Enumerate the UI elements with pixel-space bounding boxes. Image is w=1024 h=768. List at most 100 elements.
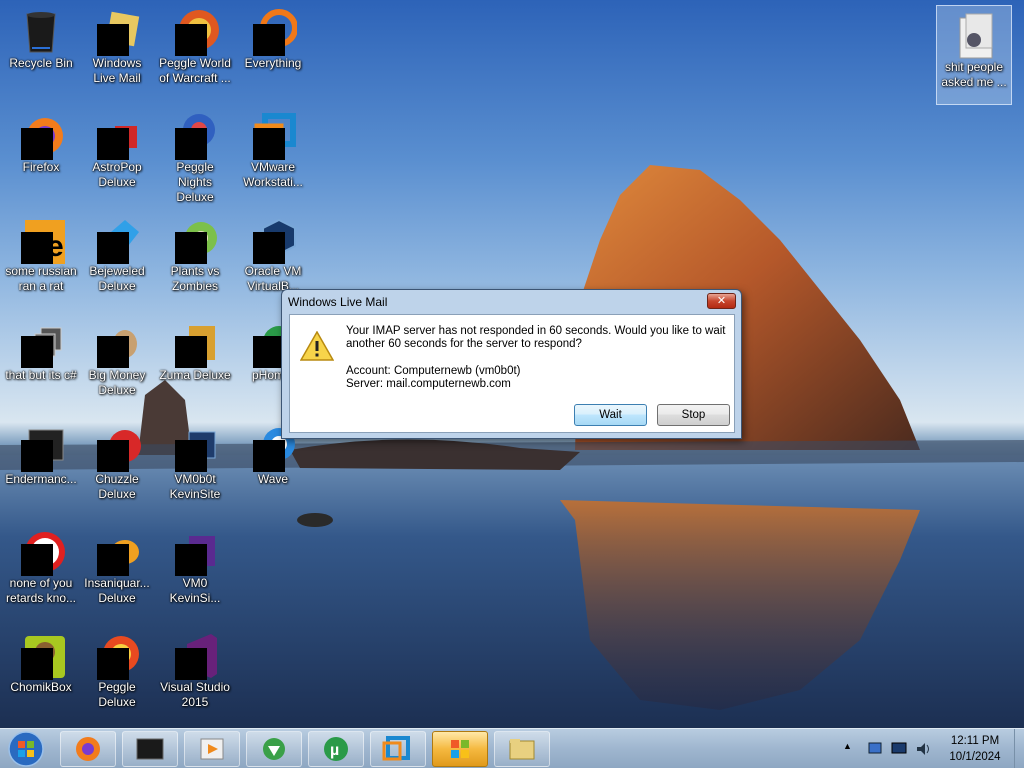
close-button[interactable]: ✕	[707, 293, 736, 309]
icon-label: Endermanc...	[5, 472, 77, 486]
desktop-icon-everything[interactable]: Everything	[235, 2, 311, 102]
terminal-icon	[136, 738, 164, 760]
redacted-block	[21, 128, 53, 160]
desktop-icon-astropop[interactable]: AstroPop Deluxe	[79, 106, 155, 206]
wait-button[interactable]: Wait	[574, 404, 647, 426]
desktop-icon-zuma[interactable]: Zuma Deluxe	[157, 314, 233, 414]
desktop-icon-insaniquarium[interactable]: Insaniquar... Deluxe	[79, 522, 155, 622]
start-button[interactable]	[4, 730, 48, 768]
icon-label: Insaniquar... Deluxe	[84, 576, 150, 605]
icon-label: Peggle Deluxe	[98, 680, 136, 709]
firefox-icon	[76, 737, 100, 761]
redacted-block	[175, 128, 207, 160]
taskbar-utorrent[interactable]: µ	[308, 731, 364, 767]
icon-label: VM0b0t KevinSite	[169, 472, 221, 501]
vm-kevinsite-icon	[171, 424, 219, 472]
desktop-icon-recycle-bin[interactable]: Recycle Bin	[3, 2, 79, 102]
clock-date: 10/1/2024	[949, 751, 1001, 763]
virtualbox-icon	[382, 736, 410, 761]
chomikbox-icon	[17, 632, 65, 680]
redacted-block	[21, 440, 53, 472]
visual-studio-icon	[171, 632, 219, 680]
desktop-icon-peggle-wow[interactable]: Peggle World of Warcraft ...	[157, 2, 233, 102]
none-of-you-icon	[17, 528, 65, 576]
desktop-icon-shit-people-asked-me[interactable]: shit people asked me ...	[936, 5, 1012, 105]
icon-label: shit people asked me ...	[941, 60, 1007, 89]
taskbar-download-manager[interactable]	[246, 731, 302, 767]
icon-label: Everything	[244, 56, 302, 70]
redacted-block	[21, 232, 53, 264]
dialog-message: Your IMAP server has not responded in 60…	[346, 325, 726, 350]
desktop-icon-vmware[interactable]: VMware Workstati...	[235, 106, 311, 206]
stop-button[interactable]: Stop	[657, 404, 730, 426]
big-money-icon	[93, 320, 141, 368]
taskbar: µ ▲ 12:11 PM 10/1/2024	[0, 728, 1024, 768]
recycle-bin-icon	[17, 8, 65, 56]
desktop-icon-vm-kevinsite[interactable]: VM0b0t KevinSite	[157, 418, 233, 518]
taskbar-folder[interactable]	[494, 731, 550, 767]
everything-icon	[249, 8, 298, 56]
desktop-icon-firefox[interactable]: Firefox	[3, 106, 79, 206]
taskbar-media-player[interactable]	[184, 731, 240, 767]
redacted-block	[97, 648, 129, 680]
desktop-icon-vm-kevinsi[interactable]: VM0 KevinSi...	[157, 522, 233, 622]
redacted-block	[175, 336, 207, 368]
windows-live-mail-dialog: Windows Live Mail ✕ Your IMAP server has…	[281, 289, 742, 439]
desktop-icon-plants-vs-zombies[interactable]: Plants vs Zombies	[157, 210, 233, 310]
redacted-block	[97, 232, 129, 264]
taskbar-terminal[interactable]	[122, 731, 178, 767]
system-clock[interactable]: 12:11 PM 10/1/2024	[940, 733, 1010, 765]
desktop-icon-peggle-nights[interactable]: Peggle Nights Deluxe	[157, 106, 233, 206]
desktop-icon-none-of-you[interactable]: none of you retards kno...	[3, 522, 79, 622]
windows-logo-icon	[8, 731, 44, 767]
account-line: Account: Computernewb (vm0b0t)	[346, 365, 521, 377]
icon-label: Recycle Bin	[9, 56, 73, 70]
peggle-wow-icon	[171, 8, 219, 56]
desktop-icon-visual-studio[interactable]: Visual Studio 2015	[157, 626, 233, 726]
warning-icon	[300, 331, 334, 361]
redacted-block	[253, 440, 285, 472]
virtualbox-icon	[249, 216, 297, 264]
desktop-icon-that-but-its-csharp[interactable]: that but its c#	[3, 314, 79, 414]
icon-label: VM0 KevinSi...	[169, 576, 221, 605]
desktop-icon-chuzzle[interactable]: Chuzzle Deluxe	[79, 418, 155, 518]
desktop-icon-chomikbox[interactable]: ChomikBox	[3, 626, 79, 726]
show-hidden-icons-button[interactable]: ▲	[843, 741, 852, 768]
icon-label: AstroPop Deluxe	[92, 160, 142, 189]
utorrent-icon: µ	[324, 737, 348, 761]
redacted-block	[97, 544, 129, 576]
peggle-nights-icon	[171, 112, 219, 160]
redacted-block	[253, 232, 285, 264]
account-info: Account: Computernewb (vm0b0t) Server: m…	[346, 365, 521, 391]
icon-label: Visual Studio 2015	[160, 680, 230, 709]
desktop-icon-endermanch[interactable]: Endermanc...	[3, 418, 79, 518]
svg-text:µ: µ	[330, 742, 339, 759]
desktop-icon-russian-rat[interactable]: e some russian ran a rat	[3, 210, 79, 310]
taskbar-virtualbox[interactable]	[370, 731, 426, 767]
redacted-block	[97, 336, 129, 368]
desktop-icon-bejeweled[interactable]: Bejeweled Deluxe	[79, 210, 155, 310]
redacted-block	[175, 440, 207, 472]
folder-icon	[509, 739, 535, 760]
endermanch-icon	[17, 424, 65, 472]
redacted-block	[97, 440, 129, 472]
desktop-icon-big-money[interactable]: Big Money Deluxe	[79, 314, 155, 414]
desktop-icon-windows-live-mail[interactable]: Windows Live Mail	[79, 2, 155, 102]
zuma-icon	[171, 320, 219, 368]
redacted-block	[253, 24, 285, 56]
insaniquarium-icon	[93, 528, 141, 576]
show-desktop-button[interactable]	[1014, 729, 1024, 768]
taskbar-windows-explorer[interactable]	[432, 731, 488, 767]
icon-label: that but its c#	[5, 368, 77, 382]
desktop-icon-peggle-deluxe[interactable]: Peggle Deluxe	[79, 626, 155, 726]
shortcut-icon	[17, 320, 65, 368]
volume-icon[interactable]	[914, 739, 932, 768]
redacted-block	[21, 648, 53, 680]
network-icon[interactable]	[866, 739, 884, 768]
russian-rat-icon: e	[17, 216, 69, 264]
taskbar-firefox[interactable]	[60, 731, 116, 767]
display-icon[interactable]	[890, 739, 908, 768]
redacted-block	[21, 336, 53, 368]
firefox-icon	[17, 112, 65, 160]
plants-vs-zombies-icon	[171, 216, 219, 264]
